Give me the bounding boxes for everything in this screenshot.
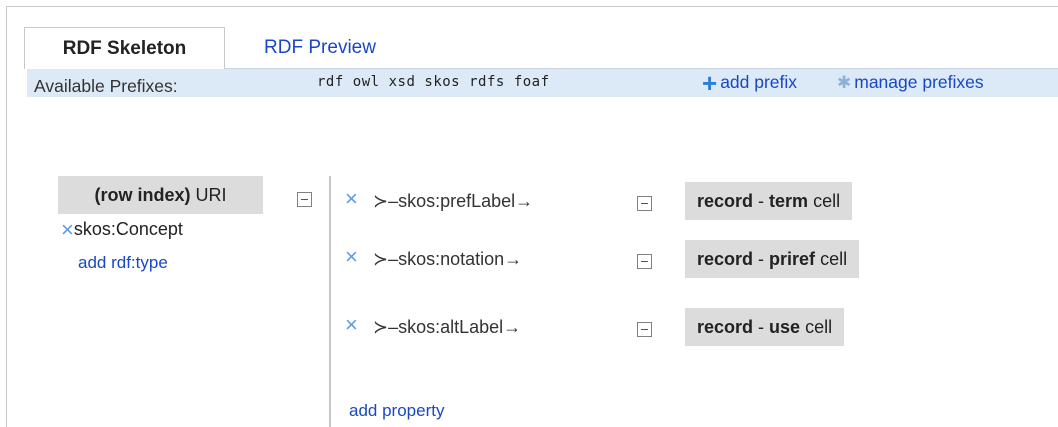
subject-type: skos:Concept	[73, 219, 183, 239]
prefix-rdf[interactable]: rdf	[317, 74, 344, 90]
prefix-bar: Available Prefixes: rdf owl xsd skos rdf…	[27, 68, 1058, 97]
property-collapse-toggle[interactable]	[637, 254, 652, 269]
subject-collapse-toggle[interactable]	[297, 192, 312, 207]
property-row: × ≻–skos:prefLabel→ record - term cell	[345, 182, 905, 222]
manage-prefixes-link[interactable]: ✱ manage prefixes	[837, 72, 984, 93]
add-rdf-type-link[interactable]: add rdf:type	[78, 253, 168, 273]
remove-property-icon[interactable]: ×	[345, 188, 358, 210]
property-collapse-toggle[interactable]	[637, 196, 652, 211]
property-name[interactable]: ≻–skos:altLabel→	[373, 317, 521, 338]
object-cell-node[interactable]: record - priref cell	[685, 240, 860, 278]
subject-kind: URI	[195, 184, 227, 205]
add-property-link[interactable]: add property	[349, 401, 444, 421]
subject-index-label: (row index)	[94, 184, 191, 205]
subject-type-row: × skos:Concept	[61, 218, 183, 240]
available-prefixes-label: Available Prefixes:	[34, 76, 178, 96]
property-collapse-toggle[interactable]	[637, 322, 652, 337]
prefix-skos[interactable]: skos	[424, 74, 460, 90]
subject-property-divider	[329, 176, 331, 427]
manage-prefixes-label: manage prefixes	[854, 72, 984, 92]
remove-property-icon[interactable]: ×	[345, 246, 358, 268]
property-name[interactable]: ≻–skos:prefLabel→	[373, 191, 533, 212]
property-row: × ≻–skos:altLabel→ record - use cell	[345, 308, 905, 348]
prefix-xsd[interactable]: xsd	[389, 74, 416, 90]
remove-type-icon[interactable]: ×	[61, 218, 74, 240]
object-cell-node[interactable]: record - term cell	[685, 182, 853, 220]
prefix-foaf[interactable]: foaf	[514, 74, 550, 90]
add-prefix-label: add prefix	[720, 72, 798, 92]
tab-rdf-preview[interactable]: RDF Preview	[240, 27, 400, 69]
plus-icon: +	[702, 67, 718, 98]
add-prefix-link[interactable]: + add prefix	[702, 67, 798, 98]
prefix-list: rdf owl xsd skos rdfs foaf	[317, 74, 550, 90]
gear-icon: ✱	[837, 72, 852, 92]
remove-property-icon[interactable]: ×	[345, 314, 358, 336]
property-name[interactable]: ≻–skos:notation→	[373, 249, 522, 270]
prefix-rdfs[interactable]: rdfs	[469, 74, 505, 90]
prefix-owl[interactable]: owl	[353, 74, 380, 90]
tab-rdf-skeleton[interactable]: RDF Skeleton	[24, 27, 225, 69]
subject-node[interactable]: (row index) URI	[58, 176, 263, 214]
object-cell-node[interactable]: record - use cell	[685, 308, 845, 346]
property-row: × ≻–skos:notation→ record - priref cell	[345, 240, 905, 280]
